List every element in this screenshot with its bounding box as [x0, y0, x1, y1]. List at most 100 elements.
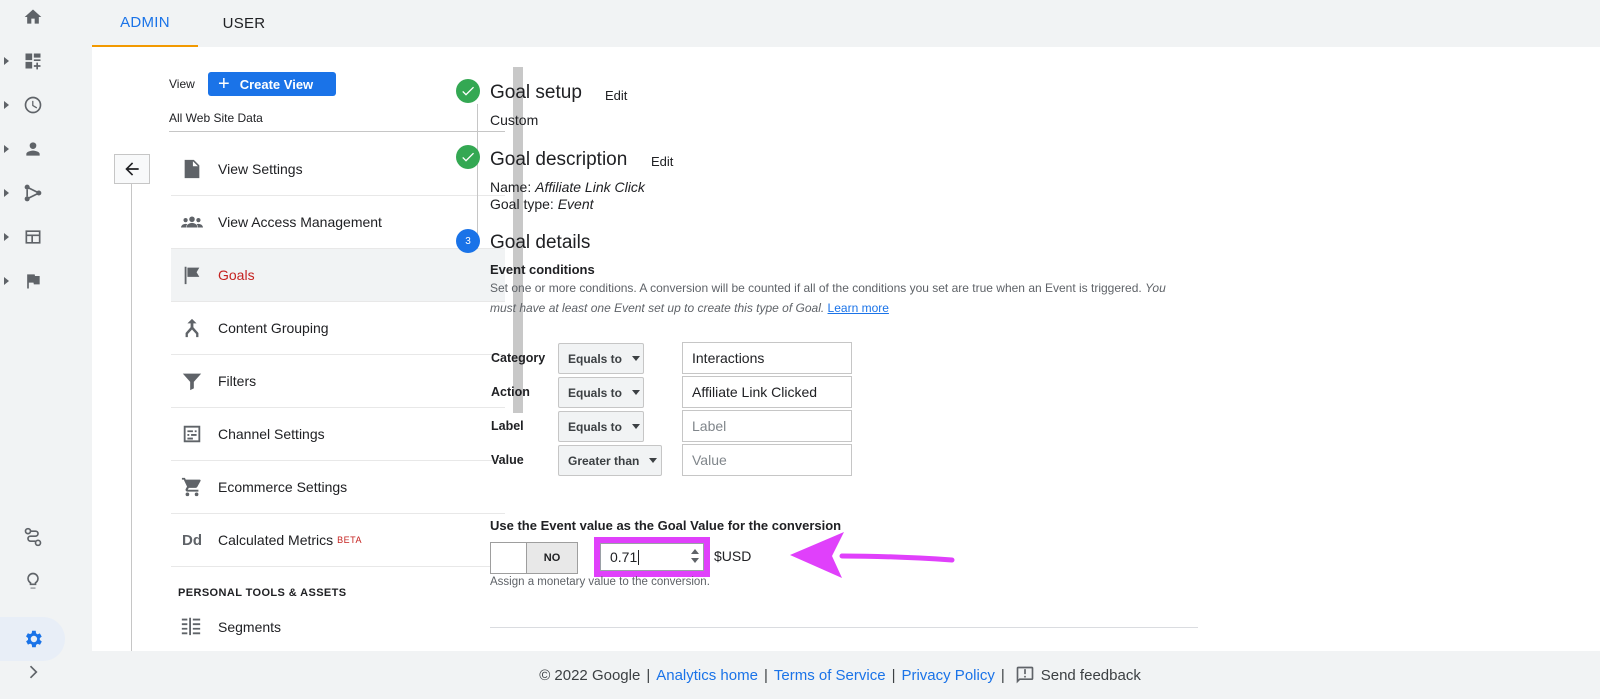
arrow-left-icon — [125, 162, 139, 176]
goal-name-label: Name: — [490, 179, 532, 195]
divider — [490, 627, 1198, 628]
goal-name-line: Name: Affiliate Link Click — [490, 179, 645, 195]
value-input[interactable]: Value — [682, 444, 852, 476]
label-operator-select[interactable]: Equals to — [558, 411, 644, 442]
acquisition-icon — [24, 184, 41, 202]
dropdown-arrow-icon — [632, 356, 641, 361]
dd-icon: Dd — [182, 531, 202, 549]
goal-details-title: Goal details — [490, 232, 591, 253]
nav-conversions[interactable] — [0, 261, 65, 301]
clock-icon — [24, 96, 41, 114]
operator-value: Equals to — [568, 419, 623, 434]
flag-icon — [180, 263, 204, 287]
goal-value-input[interactable]: 0.71 — [600, 543, 704, 571]
goal-value-amount: 0.71 — [610, 549, 638, 565]
menu-item-label: Goals — [218, 267, 255, 283]
operator-value: Equals to — [568, 385, 623, 400]
goal-setup-title: Goal setup — [490, 82, 582, 103]
create-view-button[interactable]: + Create View — [208, 72, 336, 96]
step-complete-check — [456, 79, 480, 103]
route-icon — [24, 527, 41, 547]
create-view-label: Create View — [239, 76, 314, 92]
divider — [169, 131, 505, 132]
nav-attribution[interactable] — [0, 517, 65, 557]
nav-home[interactable] — [0, 0, 65, 37]
goal-setup-edit-link[interactable]: Edit — [605, 88, 627, 103]
privacy-link[interactable]: Privacy Policy — [901, 667, 994, 684]
divider — [131, 184, 132, 651]
event-conditions-desc-text: Set one or more conditions. A conversion… — [490, 281, 1142, 295]
operator-value: Greater than — [568, 453, 640, 468]
back-button[interactable] — [114, 154, 150, 184]
feedback-icon — [1016, 666, 1034, 684]
value-operator-select[interactable]: Greater than — [558, 445, 662, 476]
menu-segments[interactable]: Segments — [171, 603, 505, 651]
view-name[interactable]: All Web Site Data — [169, 111, 263, 125]
action-input[interactable]: Affiliate Link Clicked — [682, 376, 852, 408]
menu-item-label: View Access Management — [218, 214, 382, 230]
menu-item-label: Filters — [218, 373, 257, 389]
plus-icon: + — [218, 73, 230, 95]
nav-discover[interactable] — [0, 561, 65, 601]
copyright: © 2022 Google — [539, 666, 641, 684]
spinner-arrows-icon[interactable] — [691, 549, 699, 565]
menu-ecommerce-settings[interactable]: Ecommerce Settings — [171, 461, 505, 514]
event-conditions-description: Set one or more conditions. A conversion… — [490, 278, 1190, 318]
layout-icon — [25, 230, 40, 244]
learn-more-link[interactable]: Learn more — [828, 301, 889, 315]
view-menu: View Settings View Access Management Goa… — [171, 143, 505, 567]
menu-view-settings[interactable]: View Settings — [171, 143, 505, 196]
condition-label-value: Value — [491, 453, 524, 467]
tab-admin[interactable]: ADMIN — [92, 0, 198, 47]
category-operator-select[interactable]: Equals to — [558, 343, 644, 374]
menu-channel-settings[interactable]: Channel Settings — [171, 408, 505, 461]
menu-goals[interactable]: Goals — [171, 249, 505, 302]
goal-description-edit-link[interactable]: Edit — [651, 154, 673, 169]
cart-icon — [180, 475, 204, 499]
dropdown-arrow-icon — [632, 390, 641, 395]
menu-item-label: Calculated Metrics — [218, 532, 334, 548]
terms-link[interactable]: Terms of Service — [774, 667, 886, 684]
left-nav-rail — [0, 0, 65, 699]
event-conditions-heading: Event conditions — [490, 262, 595, 277]
currency-label: $USD — [714, 548, 752, 564]
nav-customization[interactable] — [0, 41, 65, 81]
label-input[interactable]: Label — [682, 410, 852, 442]
check-icon — [462, 86, 474, 96]
nav-behavior[interactable] — [0, 217, 65, 257]
step-complete-check — [456, 145, 480, 169]
toggle-knob — [491, 543, 527, 573]
goal-type-value: Event — [557, 196, 594, 212]
goal-description-title: Goal description — [490, 149, 628, 170]
goal-value-hint: Assign a monetary value to the conversio… — [490, 576, 710, 588]
segments-icon — [180, 615, 204, 639]
goal-name-value: Affiliate Link Click — [535, 179, 645, 195]
goal-value-toggle[interactable]: NO — [490, 542, 578, 574]
menu-calculated-metrics[interactable]: Dd Calculated Metrics BETA — [171, 514, 505, 567]
goal-setup-value: Custom — [490, 112, 539, 128]
action-operator-select[interactable]: Equals to — [558, 377, 644, 408]
menu-content-grouping[interactable]: Content Grouping — [171, 302, 505, 355]
person-icon — [25, 142, 40, 156]
filter-icon — [180, 369, 204, 393]
dropdown-arrow-icon — [649, 458, 658, 463]
menu-filters[interactable]: Filters — [171, 355, 505, 408]
tab-user[interactable]: USER — [198, 0, 290, 47]
send-feedback-button[interactable]: Send feedback — [1015, 665, 1141, 685]
nav-realtime[interactable] — [0, 85, 65, 125]
step-number-badge: 3 — [456, 229, 480, 253]
menu-item-label: View Settings — [218, 161, 303, 177]
goal-type-label: Goal type: — [490, 196, 554, 212]
section-title-personal-tools: PERSONAL TOOLS & ASSETS — [178, 587, 347, 599]
operator-value: Equals to — [568, 351, 623, 366]
condition-label-label: Label — [491, 419, 524, 433]
menu-view-access-management[interactable]: View Access Management — [171, 196, 505, 249]
nav-acquisition[interactable] — [0, 173, 65, 213]
nav-audience[interactable] — [0, 129, 65, 169]
condition-label-action: Action — [491, 385, 530, 399]
dashboard-add-icon — [25, 53, 40, 70]
menu-item-label: Channel Settings — [218, 426, 325, 442]
category-input[interactable]: Interactions — [682, 342, 852, 374]
lightbulb-icon — [26, 572, 39, 589]
analytics-home-link[interactable]: Analytics home — [656, 667, 758, 684]
